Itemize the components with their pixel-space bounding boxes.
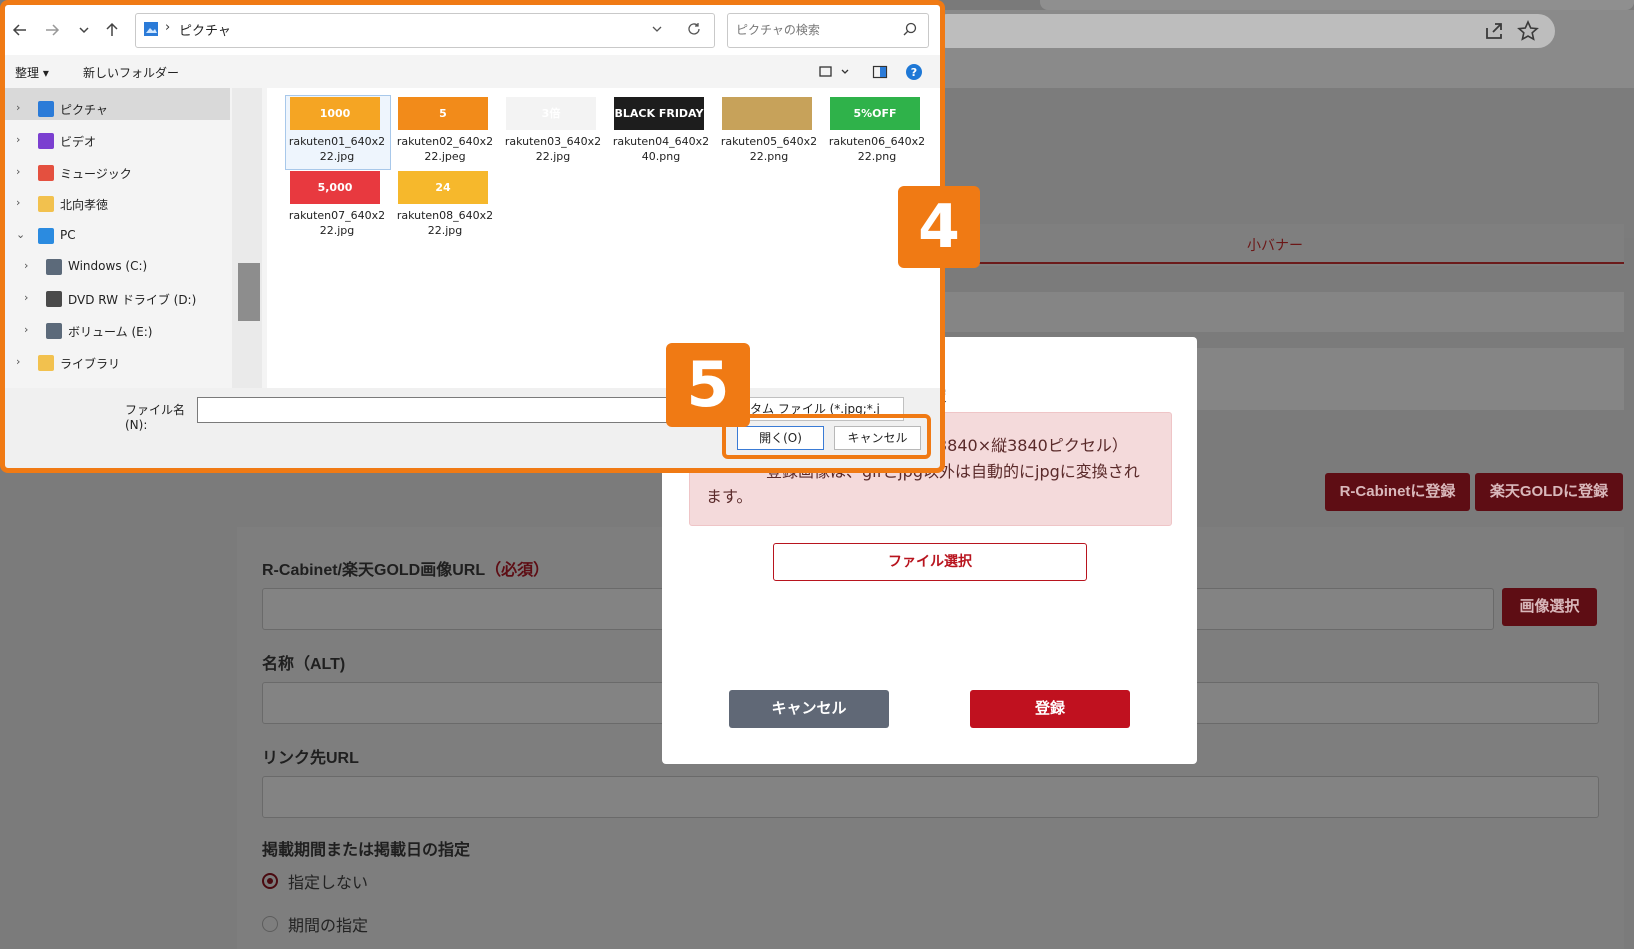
tab-small-banner[interactable]: 小バナー — [1110, 232, 1440, 258]
link-url-label: リンク先URL — [262, 750, 359, 767]
radio-period[interactable] — [262, 916, 278, 932]
radio-selected-dot — [267, 878, 273, 884]
file-select-button[interactable]: ファイル選択 — [773, 543, 1087, 581]
period-label: 掲載期間または掲載日の指定 — [262, 842, 471, 859]
bookmark-star-icon[interactable] — [1517, 20, 1539, 42]
register-rcabinet-button[interactable]: R-Cabinetに登録 — [1325, 473, 1470, 511]
share-icon[interactable] — [1483, 20, 1505, 42]
step-5-badge: 5 — [666, 343, 750, 427]
dialog-highlight-frame — [0, 0, 945, 473]
image-url-label: R-Cabinet/楽天GOLD画像URL（必須） — [262, 562, 550, 579]
radio-period-label: 期間の指定 — [288, 916, 369, 935]
modal-cancel-button[interactable]: キャンセル — [729, 690, 889, 728]
active-tab-underline — [940, 262, 1624, 264]
link-url-input[interactable] — [262, 776, 1599, 818]
address-bar[interactable] — [930, 14, 1555, 48]
radio-no-period-label: 指定しない — [288, 873, 369, 892]
required-marker: （必須） — [485, 562, 550, 579]
step-4-badge: 4 — [898, 186, 980, 268]
modal-register-button[interactable]: 登録 — [970, 690, 1130, 728]
browser-tab[interactable] — [1040, 0, 1634, 10]
alt-label: 名称（ALT) — [262, 656, 346, 673]
alert-text-line3: ます。 — [706, 487, 753, 506]
register-gold-button[interactable]: 楽天GOLDに登録 — [1475, 473, 1623, 511]
image-select-button[interactable]: 画像選択 — [1502, 588, 1597, 626]
filter-bar — [940, 292, 1624, 332]
